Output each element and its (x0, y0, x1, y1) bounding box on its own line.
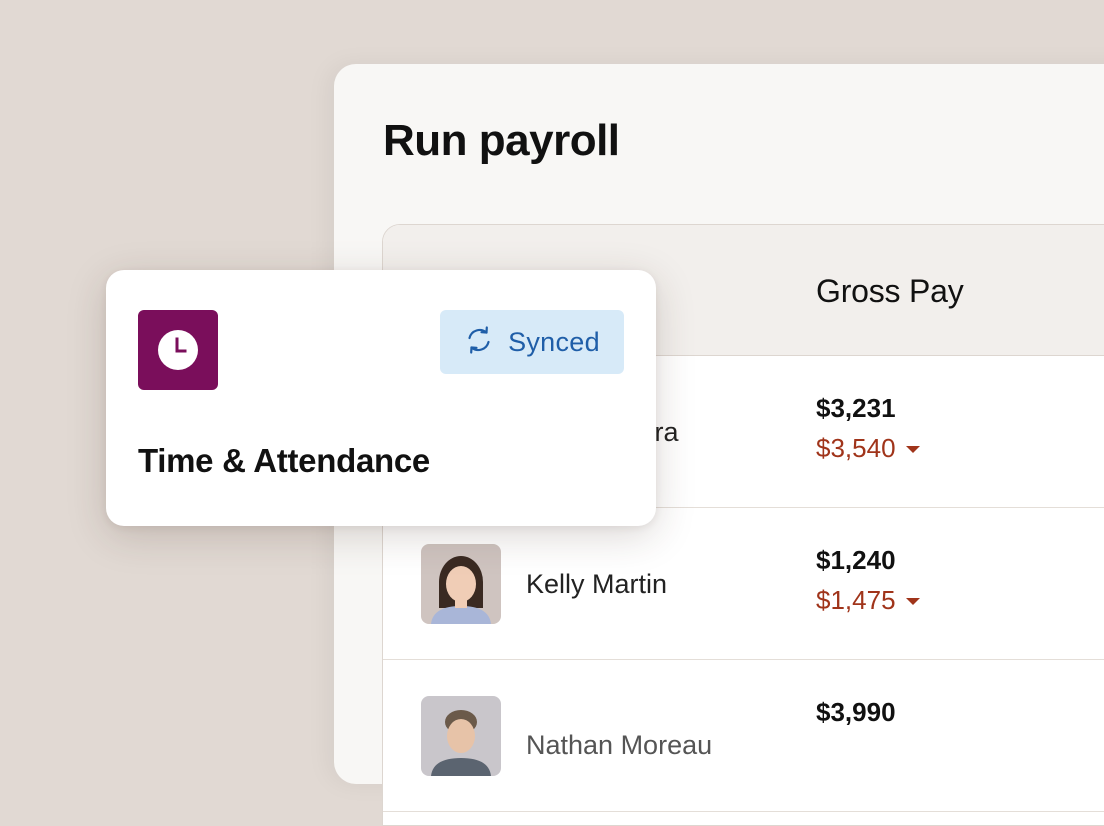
pay-cell: $3,231 $3,540 (816, 392, 920, 464)
adjusted-pay[interactable]: $3,540 (816, 432, 920, 464)
clock-icon (138, 310, 218, 390)
pay-cell: $3,990 (816, 696, 896, 728)
employee-name: Kelly Martin (526, 569, 668, 599)
status-badge: Synced (440, 310, 624, 374)
avatar (421, 696, 501, 776)
employee-name: Nathan Moreau (526, 730, 713, 760)
status-label: Synced (508, 326, 600, 357)
sync-icon (464, 325, 494, 360)
integration-card[interactable]: Synced Time & Attendance (106, 270, 656, 526)
gross-pay-value: $1,240 (816, 545, 896, 575)
pay-cell: $1,240 $1,475 (816, 544, 920, 616)
gross-pay-value: $3,231 (816, 393, 896, 423)
adjusted-pay-value: $1,475 (816, 585, 896, 615)
gross-pay-value: $3,990 (816, 697, 896, 727)
avatar (421, 544, 501, 624)
adjusted-pay-value: $3,540 (816, 433, 896, 463)
caret-down-icon[interactable] (905, 597, 920, 605)
table-row[interactable]: Kelly Martin $1,240 $1,475 (383, 508, 1104, 660)
gross-pay-header: Gross Pay (816, 273, 964, 309)
caret-down-icon[interactable] (905, 445, 920, 453)
card-title: Time & Attendance (138, 442, 430, 479)
adjusted-pay[interactable]: $1,475 (816, 584, 920, 616)
page-title: Run payroll (383, 116, 620, 165)
table-row[interactable]: Nathan Moreau $3,990 (383, 660, 1104, 812)
